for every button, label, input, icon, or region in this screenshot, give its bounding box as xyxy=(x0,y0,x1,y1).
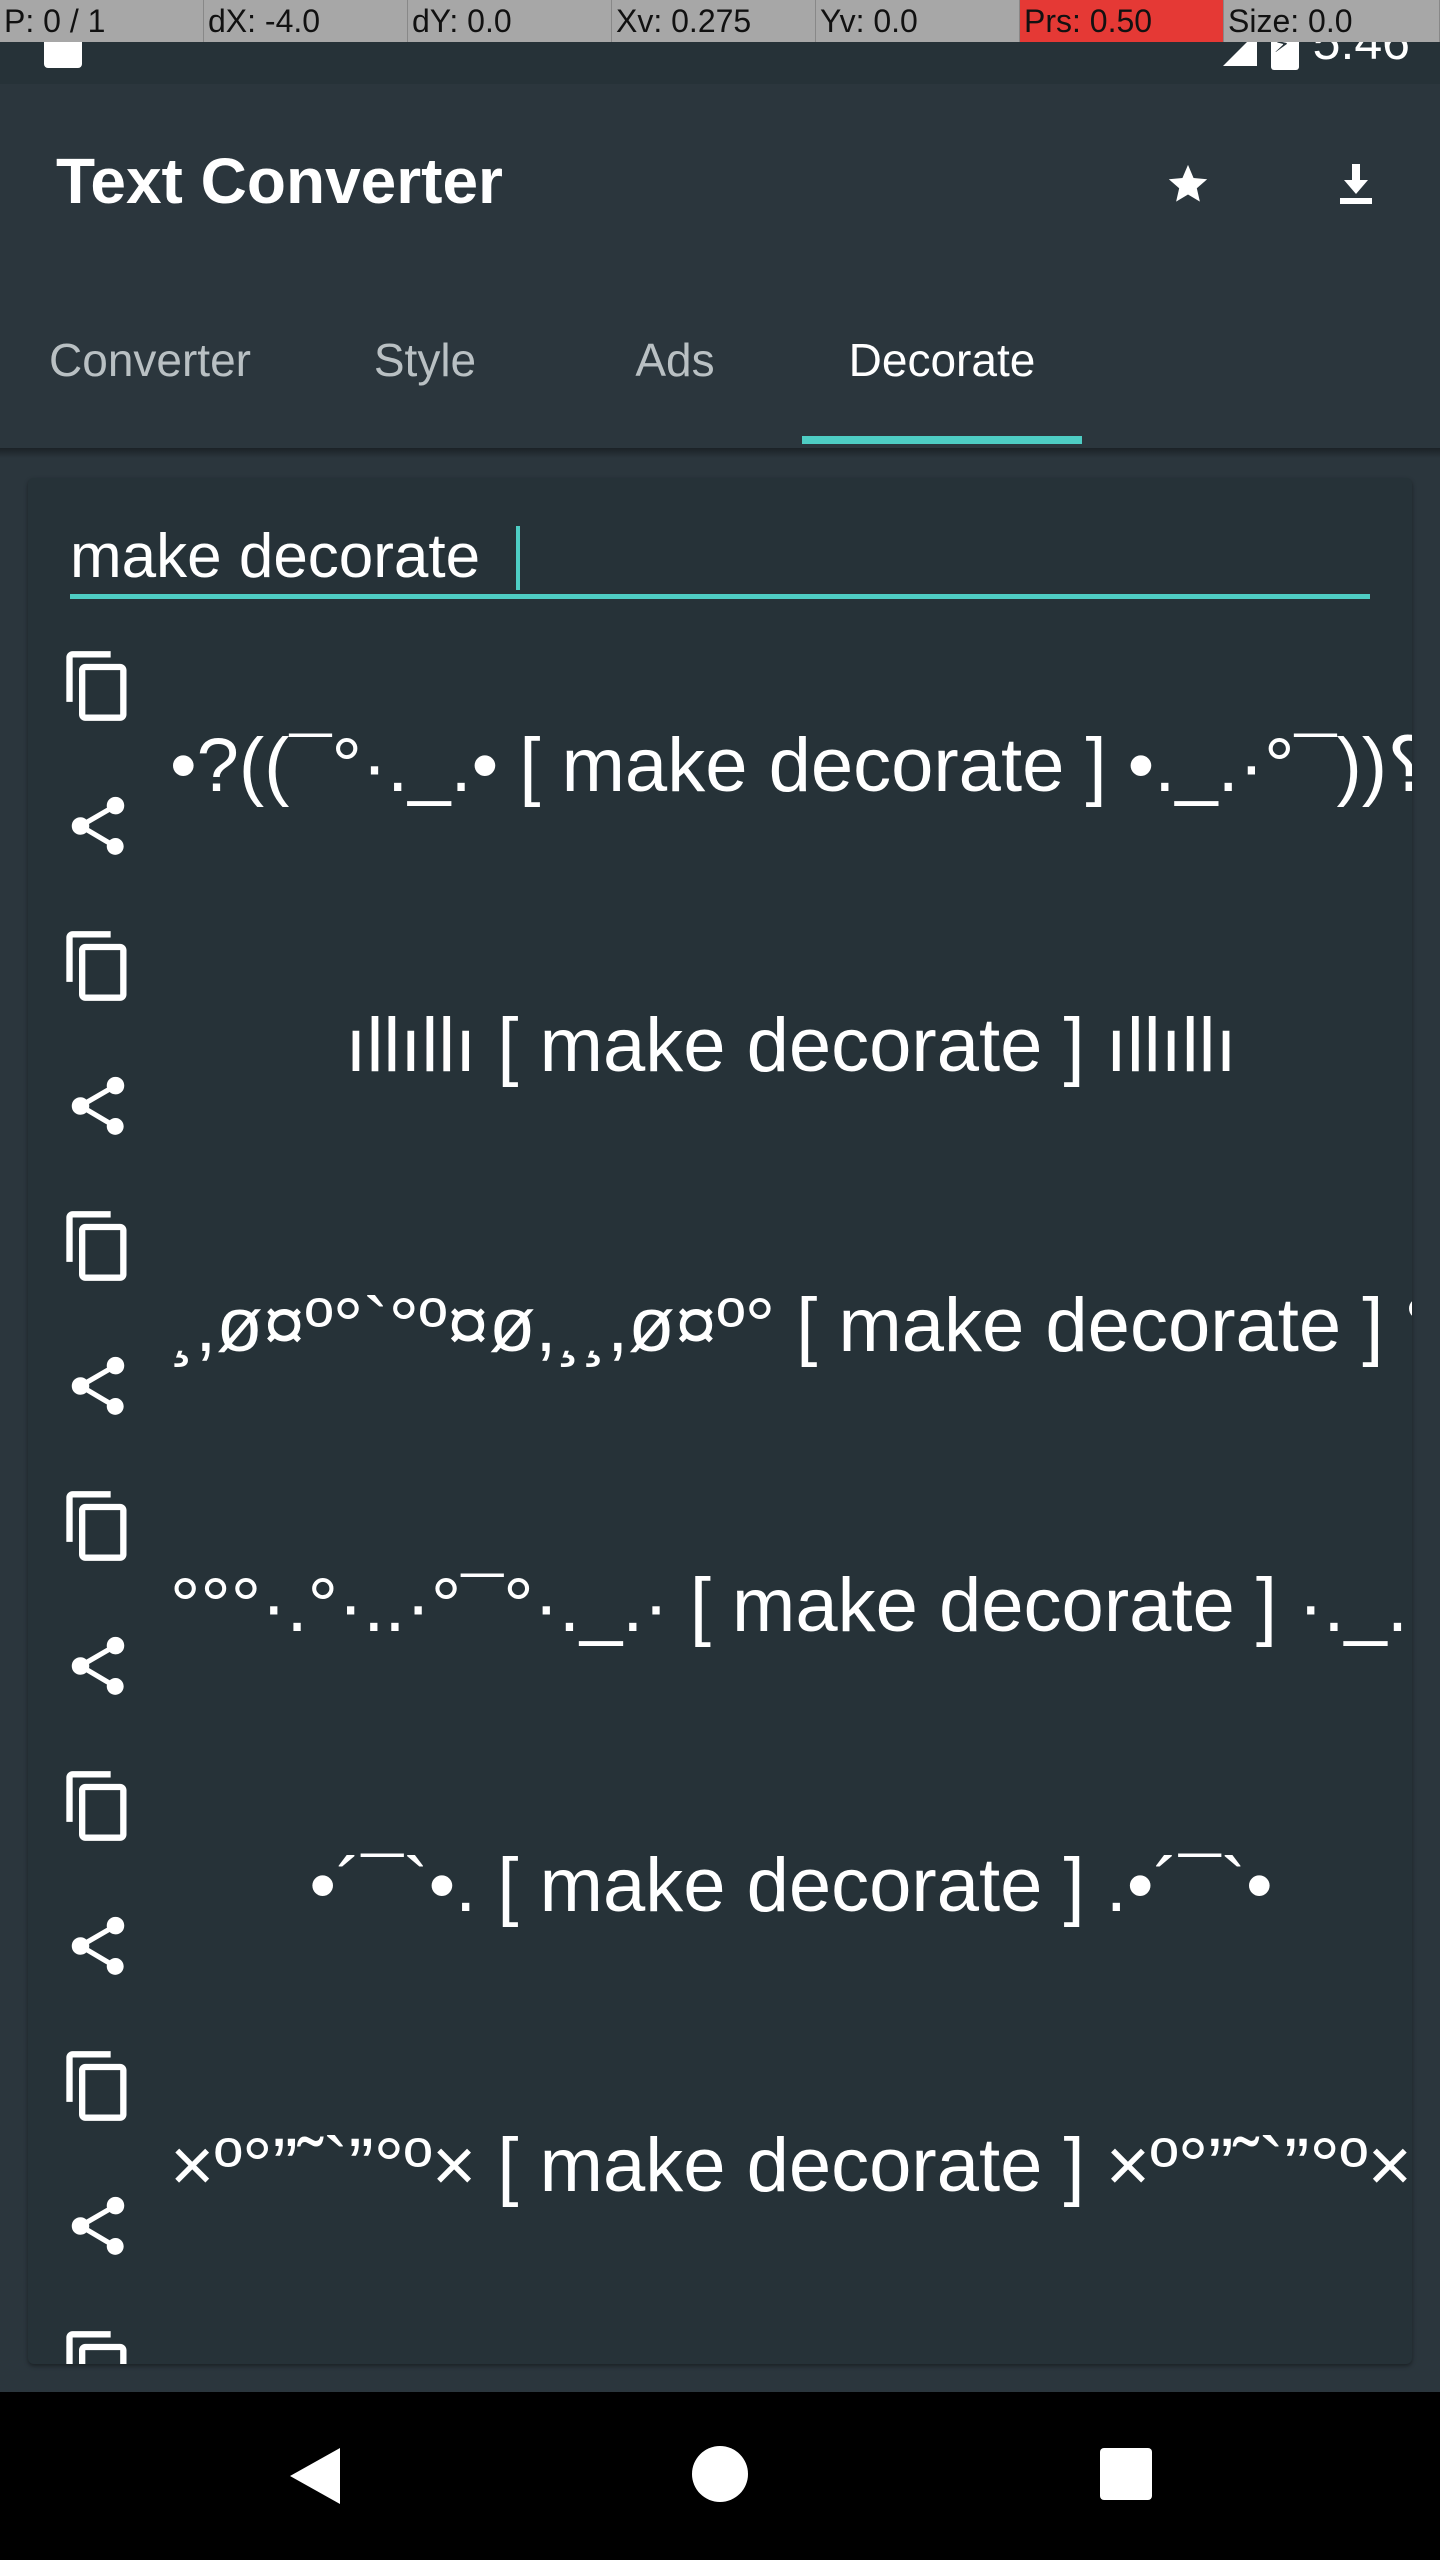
decorated-text: ¸,ø¤º°`°º¤ø,¸¸,ø¤º° [ make decorate ] °º… xyxy=(170,1283,1412,1368)
home-icon[interactable] xyxy=(692,2446,748,2502)
text-input-container xyxy=(70,518,1370,599)
share-button[interactable] xyxy=(58,1066,138,1146)
copy-button[interactable] xyxy=(58,1486,138,1566)
copy-button[interactable] xyxy=(58,1766,138,1846)
active-tab-indicator xyxy=(802,436,1082,444)
decorated-text: ıllıllı [ make decorate ] ıllıllı xyxy=(345,1003,1237,1088)
share-button[interactable] xyxy=(58,786,138,866)
recent-apps-icon[interactable] xyxy=(1100,2448,1152,2500)
debug-pressure: Prs: 0.50 xyxy=(1020,0,1224,42)
copy-button[interactable] xyxy=(58,646,138,726)
list-item: ¸,ø¤º°`°º¤ø,¸¸,ø¤º° [ make decorate ] °º… xyxy=(28,1206,1412,1486)
share-icon xyxy=(71,1356,125,1415)
text-cursor xyxy=(516,526,520,590)
system-nav-bar xyxy=(0,2392,1440,2560)
copy-icon xyxy=(66,2051,127,2121)
share-icon xyxy=(71,796,125,855)
list-item: °°°·.°·..·°¯°·._.· [ make decorate ] ·._… xyxy=(28,1486,1412,1766)
copy-icon xyxy=(66,1491,127,1561)
decoration-list: •?((¯°·._.• [ make decorate ] •._.·°¯))؟… xyxy=(28,646,1412,2364)
debug-xv: Xv: 0.275 xyxy=(612,0,816,42)
star-icon xyxy=(1168,164,1208,202)
debug-size: Size: 0.0 xyxy=(1224,0,1440,42)
list-item: •?((¯°·._.• [ make decorate ] •._.·°¯))؟… xyxy=(28,646,1412,926)
share-button[interactable] xyxy=(58,1626,138,1706)
debug-yv: Yv: 0.0 xyxy=(816,0,1020,42)
status-bar: 4G 5:46 P: 0 / 1 dX: -4.0 dY: 0.0 Xv: 0.… xyxy=(0,0,1440,84)
debug-dy: dY: 0.0 xyxy=(408,0,612,42)
share-icon xyxy=(71,1636,125,1695)
list-item xyxy=(28,2326,1412,2364)
share-button[interactable] xyxy=(58,2186,138,2266)
app-title: Text Converter xyxy=(56,145,503,217)
copy-icon xyxy=(66,931,127,1001)
copy-icon xyxy=(66,1211,127,1281)
download-icon xyxy=(1340,164,1372,204)
share-button[interactable] xyxy=(58,1346,138,1426)
share-icon xyxy=(71,2196,125,2255)
debug-dx: dX: -4.0 xyxy=(204,0,408,42)
app-bar: Text Converter Converter Style Ads Decor… xyxy=(0,84,1440,448)
decorated-text: °°°·.°·..·°¯°·._.· [ make decorate ] ·._… xyxy=(170,1563,1412,1648)
decorated-text: ×º°”˜`”°º× [ make decorate ] ×º°”˜`”°º× xyxy=(170,2123,1412,2208)
copy-button[interactable] xyxy=(58,2326,138,2364)
pointer-debug-overlay: P: 0 / 1 dX: -4.0 dY: 0.0 Xv: 0.275 Yv: … xyxy=(0,0,1440,42)
decorate-text-input[interactable] xyxy=(70,518,1370,594)
input-underline xyxy=(70,594,1370,599)
copy-button[interactable] xyxy=(58,1206,138,1286)
tab-bar: Converter Style Ads Decorate xyxy=(0,312,1440,448)
tab-style[interactable]: Style xyxy=(330,312,520,448)
favorite-button[interactable] xyxy=(1158,154,1218,214)
tab-decorate[interactable]: Decorate xyxy=(802,312,1082,448)
share-icon xyxy=(71,1916,125,1975)
tab-converter[interactable]: Converter xyxy=(20,312,280,448)
copy-icon xyxy=(66,1771,127,1841)
back-icon[interactable] xyxy=(290,2448,340,2504)
copy-icon xyxy=(66,2331,127,2364)
list-item: •´¯`•. [ make decorate ] .•´¯`• xyxy=(28,1766,1412,2046)
decorated-text: •?((¯°·._.• [ make decorate ] •._.·°¯))؟… xyxy=(170,723,1412,808)
tab-ads[interactable]: Ads xyxy=(585,312,765,448)
download-button[interactable] xyxy=(1326,154,1386,214)
copy-button[interactable] xyxy=(58,926,138,1006)
decorated-text: •´¯`•. [ make decorate ] .•´¯`• xyxy=(309,1843,1273,1928)
copy-button[interactable] xyxy=(58,2046,138,2126)
share-button[interactable] xyxy=(58,1906,138,1986)
app-bar-shadow xyxy=(0,448,1440,458)
share-icon xyxy=(71,1076,125,1135)
list-item: ıllıllı [ make decorate ] ıllıllı xyxy=(28,926,1412,1206)
list-item: ×º°”˜`”°º× [ make decorate ] ×º°”˜`”°º× xyxy=(28,2046,1412,2326)
debug-pointer: P: 0 / 1 xyxy=(0,0,204,42)
decorate-card: •?((¯°·._.• [ make decorate ] •._.·°¯))؟… xyxy=(28,478,1412,2364)
decorate-panel: •?((¯°·._.• [ make decorate ] •._.·°¯))؟… xyxy=(0,448,1440,2392)
copy-icon xyxy=(66,651,127,721)
